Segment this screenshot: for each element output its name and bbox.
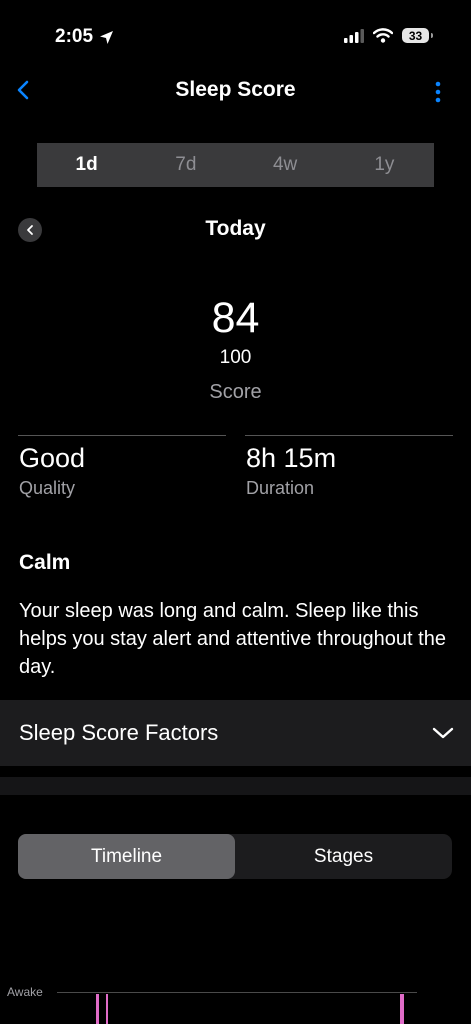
section-separator [0, 777, 471, 795]
score-label: Score [209, 381, 262, 403]
sleep-score-factors-row[interactable]: Sleep Score Factors [0, 700, 471, 766]
status-time: 2:05 [55, 26, 114, 48]
tab-7d[interactable]: 7d [136, 143, 235, 187]
page-title: Sleep Score [175, 78, 296, 101]
factors-label: Sleep Score Factors [19, 720, 219, 745]
more-options-button[interactable] [432, 80, 444, 104]
chevron-down-icon [432, 727, 454, 739]
awake-segment [106, 994, 108, 1024]
tab-timeline[interactable]: Timeline [18, 834, 235, 879]
quality-stat: Good Quality [19, 443, 85, 499]
quality-value: Good [19, 443, 86, 473]
awake-axis-label: Awake [7, 985, 43, 999]
cellular-signal-icon [344, 28, 364, 43]
awake-gridline [57, 992, 417, 993]
tab-4w[interactable]: 4w [236, 143, 335, 187]
tab-1d[interactable]: 1d [37, 143, 136, 187]
vertical-dots-icon [435, 81, 441, 103]
tab-stages[interactable]: Stages [235, 834, 452, 879]
score-value: 84 [211, 294, 260, 342]
battery-icon: 33 [402, 28, 433, 43]
duration-label: Duration [246, 478, 315, 498]
divider [245, 435, 453, 436]
quality-label: Quality [19, 478, 76, 498]
divider [18, 435, 226, 436]
status-indicators: 33 [344, 28, 433, 43]
battery-level: 33 [408, 28, 423, 43]
status-time-text: 2:05 [55, 26, 94, 47]
tab-1y[interactable]: 1y [335, 143, 434, 187]
summary-description: Your sleep was long and calm. Sleep like… [19, 600, 446, 678]
wifi-icon [373, 28, 393, 43]
awake-segment [400, 994, 404, 1024]
summary-title: Calm [19, 551, 71, 574]
period-selector: 1d 7d 4w 1y [37, 143, 434, 187]
duration-stat: 8h 15m Duration [246, 443, 336, 499]
view-toggle: Timeline Stages [18, 834, 452, 879]
date-title: Today [205, 217, 266, 240]
duration-value: 8h 15m [246, 443, 337, 473]
score-max: 100 [219, 347, 252, 368]
location-arrow-icon [100, 30, 114, 44]
awake-segment [96, 994, 99, 1024]
